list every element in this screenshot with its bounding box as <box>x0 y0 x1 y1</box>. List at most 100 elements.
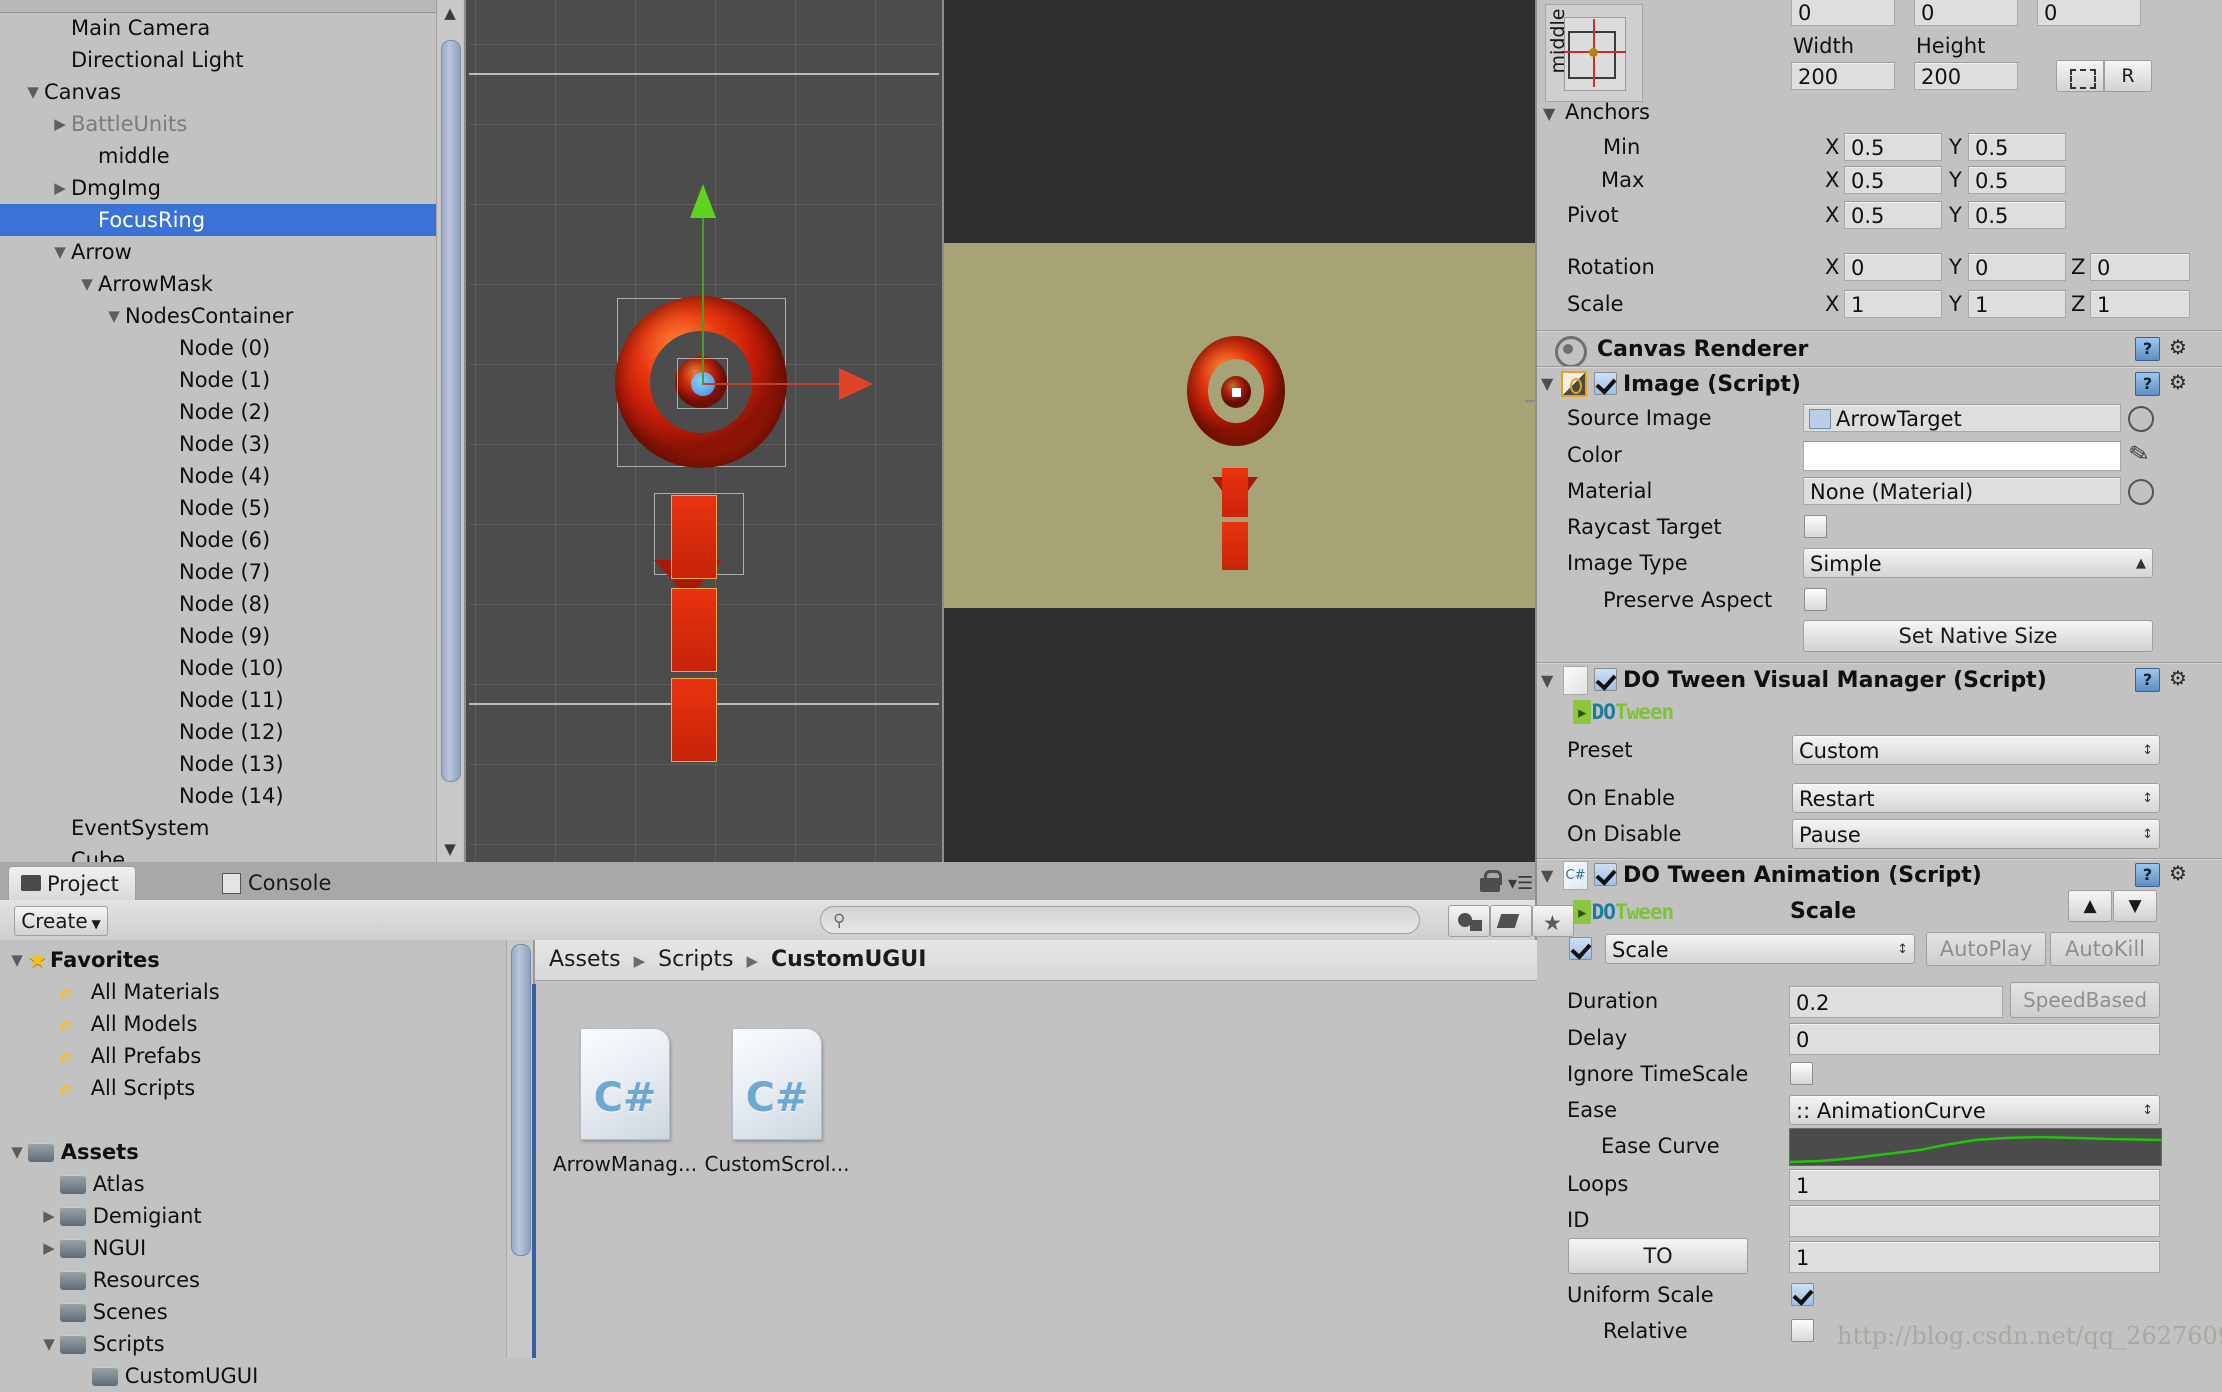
loops-field[interactable]: 1 <box>1789 1169 2160 1201</box>
breadcrumb[interactable]: Assets ▶ Scripts ▶ CustomUGUI <box>549 947 926 972</box>
hierarchy-scrollbar[interactable]: ▲ ▼ <box>436 0 463 862</box>
project-tree-item-atlas[interactable]: Atlas <box>0 1168 490 1200</box>
project-tree-item-assets[interactable]: Assets <box>0 1136 490 1168</box>
image-help-icon[interactable]: ? <box>2135 372 2160 396</box>
hierarchy-item-arrowmask[interactable]: ArrowMask <box>0 268 437 300</box>
hierarchy-item-main-camera[interactable]: Main Camera <box>0 12 437 44</box>
duration-field[interactable]: 0.2 <box>1789 986 2003 1018</box>
rotation-x-field[interactable]: 0 <box>1844 253 1942 281</box>
scroll-up-icon[interactable]: ▲ <box>437 0 463 26</box>
chevron-down-icon[interactable] <box>6 944 28 976</box>
project-tree-item-ngui[interactable]: NGUI <box>0 1232 490 1264</box>
dotween-anim-help-icon[interactable]: ? <box>2135 863 2160 887</box>
speedbased-button[interactable]: SpeedBased <box>2010 982 2160 1018</box>
hierarchy-item-middle[interactable]: middle <box>0 140 437 172</box>
anchor-min-y-field[interactable]: 0.5 <box>1968 133 2066 161</box>
source-image-picker-icon[interactable] <box>2128 406 2154 432</box>
hierarchy-list[interactable]: Main Camera Directional Light Canvas Battle… <box>0 12 437 862</box>
hierarchy-item-eventsystem[interactable]: EventSystem <box>0 812 437 844</box>
project-tree-item-demigiant[interactable]: Demigiant <box>0 1200 490 1232</box>
hierarchy-item-node-4[interactable]: Node (4) <box>0 460 437 492</box>
image-gear-icon[interactable]: ⚙ <box>2169 370 2187 394</box>
pos-z-field[interactable]: 0 <box>2037 0 2141 26</box>
dotween-vm-help-icon[interactable]: ? <box>2135 668 2160 692</box>
create-button[interactable]: Create ▼ <box>14 906 108 936</box>
raw-edit-mode-button[interactable]: R <box>2104 60 2152 92</box>
source-image-field[interactable]: ArrowTarget <box>1803 404 2121 432</box>
hierarchy-item-focusring[interactable]: FocusRing <box>0 204 437 236</box>
hierarchy-item-battleunits[interactable]: BattleUnits <box>0 108 437 140</box>
on-enable-dropdown[interactable]: Restart ↕ <box>1792 783 2160 813</box>
chevron-down-icon[interactable] <box>6 1136 28 1168</box>
hierarchy-item-node-6[interactable]: Node (6) <box>0 524 437 556</box>
dotween-anim-enabled-checkbox[interactable] <box>1594 863 1617 886</box>
ease-curve-preview[interactable] <box>1789 1128 2162 1166</box>
pos-x-field[interactable]: 0 <box>1791 0 1895 26</box>
anchors-foldout-icon[interactable]: ▼ <box>1543 104 1555 123</box>
hierarchy-item-node-11[interactable]: Node (11) <box>0 684 437 716</box>
project-tree-item-scenes[interactable]: Scenes <box>0 1296 490 1328</box>
anchor-max-x-field[interactable]: 0.5 <box>1844 166 1942 194</box>
gizmo-x-arrow[interactable] <box>839 368 873 400</box>
project-panel[interactable]: Project Console ▾☰ Create ▼ ⚲ ★ ★Favorit… <box>0 862 1574 1388</box>
autokill-button[interactable]: AutoKill <box>2050 932 2160 966</box>
project-tree-item-all-scripts[interactable]: ⌕ All Scripts <box>0 1072 490 1104</box>
material-picker-icon[interactable] <box>2128 479 2154 505</box>
chevron-down-icon[interactable] <box>38 1328 60 1360</box>
image-foldout-icon[interactable]: ▼ <box>1541 374 1553 393</box>
search-input[interactable]: ⚲ <box>820 906 1420 934</box>
chevron-right-icon[interactable] <box>49 172 71 204</box>
game-view[interactable] <box>942 0 1535 862</box>
chevron-down-icon[interactable] <box>76 268 98 300</box>
dotween-vm-foldout-icon[interactable]: ▼ <box>1541 671 1553 690</box>
hierarchy-item-node-2[interactable]: Node (2) <box>0 396 437 428</box>
blueprint-mode-button[interactable] <box>2056 60 2104 92</box>
scene-viewport[interactable] <box>469 0 939 862</box>
hierarchy-item-node-3[interactable]: Node (3) <box>0 428 437 460</box>
ignore-timescale-checkbox[interactable] <box>1790 1062 1813 1085</box>
hierarchy-item-node-10[interactable]: Node (10) <box>0 652 437 684</box>
hierarchy-item-directional-light[interactable]: Directional Light <box>0 44 437 76</box>
project-tree-item-all-prefabs[interactable]: ⌕ All Prefabs <box>0 1040 490 1072</box>
project-tree-item-customugui[interactable]: CustomUGUI <box>0 1360 490 1392</box>
project-tree-scroll-thumb[interactable] <box>511 944 531 1256</box>
uniform-scale-checkbox[interactable] <box>1791 1283 1814 1306</box>
hierarchy-item-node-8[interactable]: Node (8) <box>0 588 437 620</box>
file-icon-arrowmanager[interactable] <box>580 1028 670 1140</box>
tab-console[interactable]: Console <box>210 866 347 900</box>
project-tree-item-all-models[interactable]: ⌕ All Models <box>0 1008 490 1040</box>
inspector-panel[interactable]: middle 0 0 0 Width Height 200 200 R ▼ An… <box>1535 0 2222 1358</box>
tween-type-dropdown[interactable]: Scale ↕ <box>1605 934 1915 964</box>
material-field[interactable]: None (Material) <box>1803 477 2121 505</box>
project-tree[interactable]: ★Favorites⌕ All Materials⌕ All Models⌕ A… <box>0 940 515 1388</box>
hierarchy-item-node-0[interactable]: Node (0) <box>0 332 437 364</box>
project-tree-item-resources[interactable]: Resources <box>0 1264 490 1296</box>
file-label-arrowmanager[interactable]: ArrowManag... <box>545 1152 705 1176</box>
chevron-down-icon[interactable] <box>49 236 71 268</box>
tab-project[interactable]: Project <box>8 866 136 900</box>
width-field[interactable]: 200 <box>1791 62 1895 90</box>
anchor-max-y-field[interactable]: 0.5 <box>1968 166 2066 194</box>
set-native-size-button[interactable]: Set Native Size <box>1803 620 2153 652</box>
hierarchy-panel[interactable]: Main Camera Directional Light Canvas Battle… <box>0 0 463 862</box>
project-content[interactable]: Assets ▶ Scripts ▶ CustomUGUI ArrowManag… <box>532 940 1537 1358</box>
project-tree-item-scripts[interactable]: Scripts <box>0 1328 490 1360</box>
to-button[interactable]: TO <box>1568 1238 1748 1274</box>
chevron-down-icon[interactable] <box>103 300 125 332</box>
rotation-z-field[interactable]: 0 <box>2090 253 2190 281</box>
hierarchy-item-nodescontainer[interactable]: NodesContainer <box>0 300 437 332</box>
chevron-right-icon[interactable] <box>49 108 71 140</box>
tween-type-enabled-checkbox[interactable] <box>1569 937 1592 960</box>
anchor-min-x-field[interactable]: 0.5 <box>1844 133 1942 161</box>
scene-view[interactable] <box>464 0 942 862</box>
hierarchy-item-node-9[interactable]: Node (9) <box>0 620 437 652</box>
chevron-down-icon[interactable] <box>22 76 44 108</box>
chevron-right-icon[interactable] <box>38 1200 60 1232</box>
dotween-anim-foldout-icon[interactable]: ▼ <box>1541 866 1553 885</box>
preset-dropdown[interactable]: Custom ↕ <box>1792 735 2160 765</box>
label-filter-icon[interactable] <box>1490 905 1532 937</box>
pivot-y-field[interactable]: 0.5 <box>1968 201 2066 229</box>
height-field[interactable]: 200 <box>1914 62 2018 90</box>
rotation-y-field[interactable]: 0 <box>1968 253 2066 281</box>
hierarchy-item-node-14[interactable]: Node (14) <box>0 780 437 812</box>
